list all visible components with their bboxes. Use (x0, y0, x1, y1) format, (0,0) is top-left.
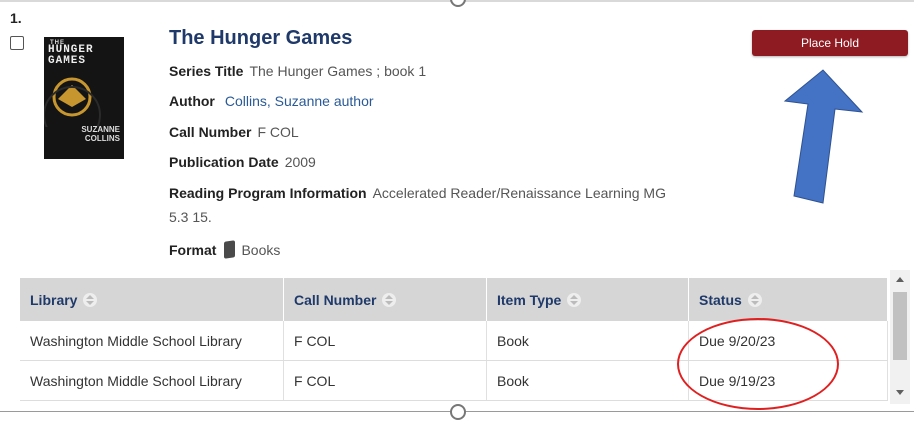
col-item-type[interactable]: Item Type (486, 278, 689, 321)
scroll-up-icon[interactable] (896, 277, 904, 282)
holdings-header-row: Library Call Number Item Type Status (20, 278, 888, 321)
reading-program-row: Reading Program Information Accelerated R… (169, 185, 666, 201)
sort-icon[interactable] (382, 292, 397, 307)
sort-icon[interactable] (83, 292, 98, 307)
reading-program-value-cont: 5.3 15. (169, 209, 212, 225)
call-number-value: F COL (257, 124, 299, 140)
series-label: Series Title (169, 63, 244, 79)
select-checkbox[interactable] (10, 36, 24, 50)
book-cover[interactable]: THE HUNGER GAMES SUZANNE COLLINS (44, 37, 124, 159)
format-label: Format (169, 242, 217, 258)
col-call-number[interactable]: Call Number (283, 278, 487, 321)
col-item-type-label: Item Type (497, 291, 562, 308)
cell-item-type: Book (486, 321, 689, 361)
table-scrollbar[interactable] (890, 270, 910, 404)
cover-author-first: SUZANNE (81, 125, 120, 134)
format-value: Books (241, 242, 281, 258)
reading-program-value: Accelerated Reader/Renaissance Learning … (372, 185, 666, 201)
book-icon (224, 240, 236, 259)
col-status[interactable]: Status (688, 278, 888, 321)
publication-date-value: 2009 (284, 154, 316, 170)
format-row: Format Books (169, 240, 281, 259)
col-call-number-label: Call Number (294, 291, 377, 308)
col-library[interactable]: Library (20, 278, 284, 321)
mockingjay-emblem-icon (44, 77, 101, 127)
resize-handle-bottom[interactable] (450, 404, 466, 420)
author-row: Author Collins, Suzanne author (169, 93, 374, 109)
col-library-label: Library (30, 291, 78, 308)
cell-status: Due 9/20/23 (688, 321, 888, 361)
result-number: 1. (10, 10, 22, 26)
publication-date-row: Publication Date 2009 (169, 154, 316, 170)
cell-library: Washington Middle School Library (20, 360, 284, 401)
series-value: The Hunger Games ; book 1 (249, 63, 427, 79)
reading-program-label: Reading Program Information (169, 185, 367, 201)
table-row: Washington Middle School Library F COL B… (20, 321, 888, 361)
cover-author: SUZANNE COLLINS (81, 125, 120, 143)
scroll-thumb[interactable] (893, 292, 907, 360)
cover-author-last: COLLINS (84, 134, 120, 143)
author-label: Author (169, 93, 215, 109)
resize-handle-top[interactable] (450, 0, 466, 7)
reading-program-row-cont: 5.3 15. (169, 209, 212, 225)
cell-item-type: Book (486, 360, 689, 401)
publication-date-label: Publication Date (169, 154, 279, 170)
scroll-down-icon[interactable] (896, 390, 904, 395)
series-row: Series Title The Hunger Games ; book 1 (169, 63, 426, 79)
sort-icon[interactable] (747, 292, 762, 307)
cell-call-number: F COL (283, 321, 487, 361)
cover-text-title: HUNGER GAMES (48, 44, 94, 67)
sort-icon[interactable] (567, 292, 582, 307)
book-title-link[interactable]: The Hunger Games (169, 27, 352, 50)
place-hold-button[interactable]: Place Hold (752, 30, 908, 56)
cell-status: Due 9/19/23 (688, 360, 888, 401)
cell-library: Washington Middle School Library (20, 321, 284, 361)
call-number-row: Call Number F COL (169, 124, 299, 140)
holdings-table: Library Call Number Item Type Status Was… (20, 278, 888, 401)
col-status-label: Status (699, 291, 742, 308)
author-link[interactable]: Collins, Suzanne author (225, 93, 374, 109)
cell-call-number: F COL (283, 360, 487, 401)
call-number-label: Call Number (169, 124, 252, 140)
table-row: Washington Middle School Library F COL B… (20, 360, 888, 401)
